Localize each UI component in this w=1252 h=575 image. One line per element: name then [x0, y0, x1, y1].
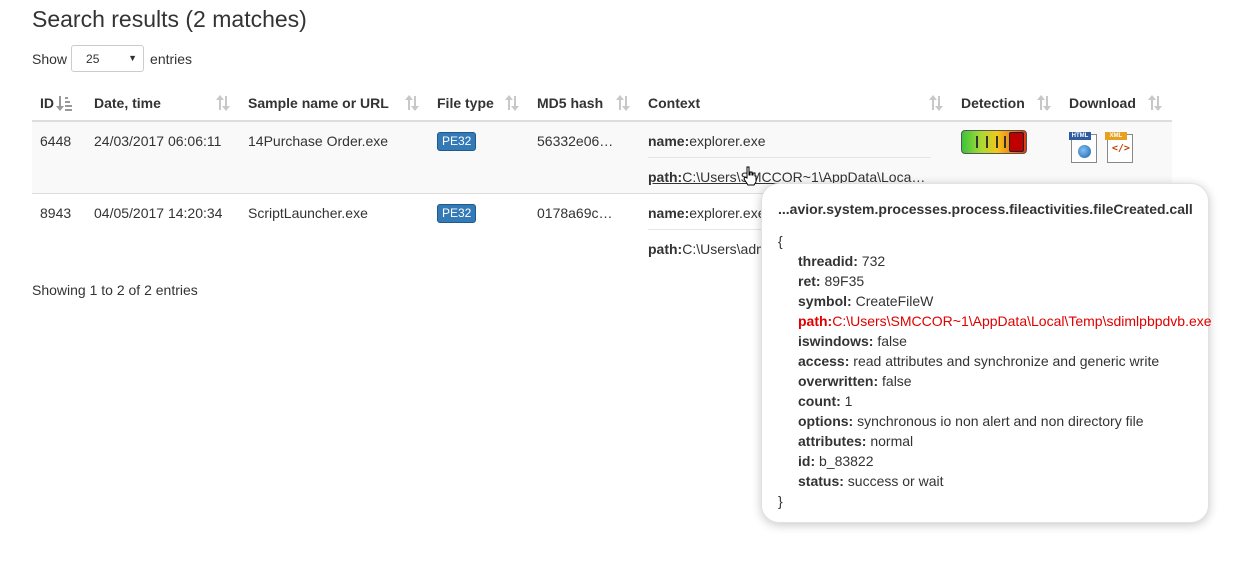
table-header-row: ID Date, time Sample name or URL File ty… — [32, 86, 1172, 122]
entries-per-page-value: 25 — [86, 51, 100, 66]
popover-field-threadid: threadid: 732 — [798, 253, 886, 269]
sort-icon — [505, 95, 519, 112]
popover-title: ...avior.system.processes.process.fileac… — [778, 201, 1193, 217]
table-info: Showing 1 to 2 of 2 entries — [32, 282, 198, 298]
popover-field-overwritten: overwritten: false — [798, 373, 912, 389]
cell-datetime: 04/05/2017 14:20:34 — [94, 205, 223, 221]
chevron-down-icon: ▼ — [128, 53, 138, 63]
column-header-id[interactable]: ID — [32, 86, 86, 122]
popover-field-ret: ret: 89F35 — [798, 273, 865, 289]
context-detail-popover: ...avior.system.processes.process.fileac… — [761, 183, 1212, 523]
column-header-download[interactable]: Download — [1061, 86, 1172, 122]
cell-id: 6448 — [40, 133, 72, 149]
cell-md5[interactable]: 0178a69c… — [537, 205, 632, 221]
popover-open-brace: { — [778, 233, 783, 249]
download-xml-icon[interactable]: XML </> — [1104, 130, 1133, 163]
filetype-badge: PE32 — [437, 132, 477, 151]
popover-field-attributes: attributes: normal — [798, 433, 914, 449]
context-name: name:explorer.exe — [648, 122, 931, 158]
entries-label: entries — [150, 50, 193, 67]
popover-field-symbol: symbol: CreateFileW — [798, 293, 934, 309]
show-label: Show — [32, 50, 68, 67]
sort-icon — [1148, 95, 1162, 112]
column-header-detection[interactable]: Detection — [953, 86, 1061, 122]
hand-cursor-icon — [743, 166, 757, 186]
detection-meter — [961, 130, 1027, 154]
popover-field-options: options: synchronous io non alert and no… — [798, 413, 1144, 429]
popover-body: { threadid: 732 ret: 89F35 symbol: Creat… — [778, 231, 1212, 511]
entries-length-control: Show 25 ▼ entries — [32, 44, 192, 73]
cell-sample-name[interactable]: 14Purchase Order.exe — [248, 133, 421, 149]
page-title: Search results (2 matches) — [32, 6, 307, 32]
sort-ascending-icon — [56, 96, 72, 112]
popover-close-brace: } — [778, 493, 783, 509]
popover-field-access: access: read attributes and synchronize … — [798, 353, 1160, 369]
entries-per-page-select[interactable]: 25 ▼ — [71, 45, 145, 72]
column-header-datetime[interactable]: Date, time — [86, 86, 240, 122]
sort-icon — [929, 95, 943, 112]
column-header-md5[interactable]: MD5 hash — [529, 86, 640, 122]
sort-icon — [616, 95, 630, 112]
column-header-context[interactable]: Context — [640, 86, 953, 122]
popover-field-status: status: success or wait — [798, 473, 944, 489]
column-header-filetype[interactable]: File type — [429, 86, 529, 122]
download-html-icon[interactable]: HTML — [1069, 130, 1097, 163]
cell-sample-name[interactable]: ScriptLauncher.exe — [248, 205, 421, 221]
popover-field-iswindows: iswindows: false — [798, 333, 907, 349]
sort-icon — [216, 95, 230, 112]
popover-field-id: id: b_83822 — [798, 453, 874, 469]
cell-id: 8943 — [40, 205, 72, 221]
filetype-badge: PE32 — [437, 204, 477, 223]
column-header-sample[interactable]: Sample name or URL — [240, 86, 429, 122]
popover-field-count: count: 1 — [798, 393, 853, 409]
cell-datetime: 24/03/2017 06:06:11 — [94, 133, 222, 149]
cell-md5[interactable]: 56332e06… — [537, 133, 632, 149]
sort-icon — [1037, 95, 1051, 112]
popover-field-path: path:C:\Users\SMCCOR~1\AppData\Local\Tem… — [798, 313, 1212, 329]
sort-icon — [405, 95, 419, 112]
